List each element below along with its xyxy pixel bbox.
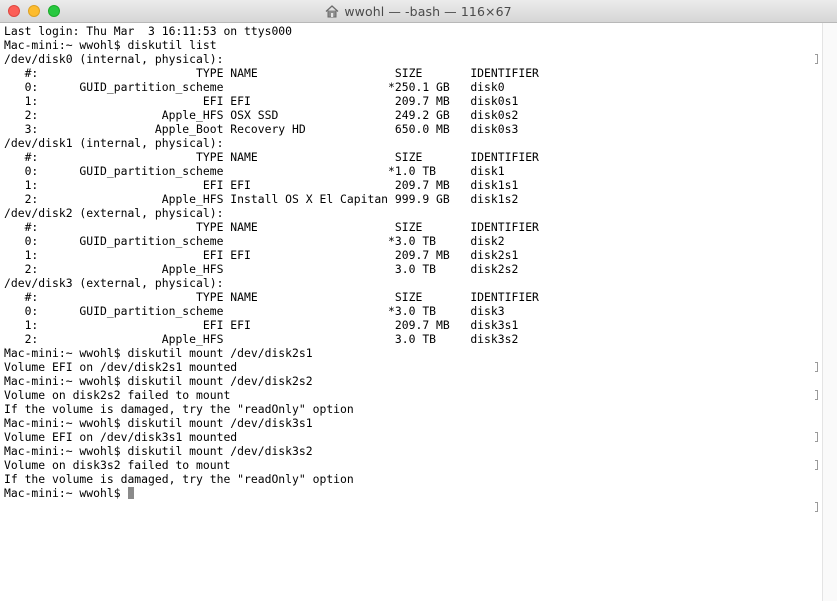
output-line: #: TYPE NAME SIZE IDENTIFIER bbox=[4, 220, 816, 234]
window-title: wwohl — -bash — 116×67 bbox=[344, 3, 512, 19]
line-text: Mac-mini:~ wwohl$ diskutil mount /dev/di… bbox=[4, 416, 313, 430]
prompt-line: [Mac-mini:~ wwohl$ diskutil mount /dev/d… bbox=[4, 444, 816, 458]
line-text: /dev/disk3 (external, physical): bbox=[4, 276, 224, 290]
prompt-bracket-icon bbox=[815, 390, 818, 400]
output-line: If the volume is damaged, try the "readO… bbox=[4, 472, 816, 486]
output-line: Volume EFI on /dev/disk3s1 mounted bbox=[4, 430, 816, 444]
output-line: /dev/disk3 (external, physical): bbox=[4, 276, 816, 290]
line-text: 0: GUID_partition_scheme *250.1 GB disk0 bbox=[4, 80, 505, 94]
line-text: /dev/disk2 (external, physical): bbox=[4, 206, 224, 220]
line-text: 2: Apple_HFS Install OS X El Capitan 999… bbox=[4, 192, 519, 206]
output-line: 0: GUID_partition_scheme *250.1 GB disk0 bbox=[4, 80, 816, 94]
output-line: /dev/disk0 (internal, physical): bbox=[4, 52, 816, 66]
output-line: If the volume is damaged, try the "readO… bbox=[4, 402, 816, 416]
line-text: Mac-mini:~ wwohl$ diskutil mount /dev/di… bbox=[4, 346, 313, 360]
output-line: 2: Apple_HFS Install OS X El Capitan 999… bbox=[4, 192, 816, 206]
output-line: Volume EFI on /dev/disk2s1 mounted bbox=[4, 360, 816, 374]
line-text: 0: GUID_partition_scheme *1.0 TB disk1 bbox=[4, 164, 505, 178]
output-line: 2: Apple_HFS 3.0 TB disk2s2 bbox=[4, 262, 816, 276]
output-line: 1: EFI EFI 209.7 MB disk2s1 bbox=[4, 248, 816, 262]
output-line: Volume on disk3s2 failed to mount bbox=[4, 458, 816, 472]
line-text: #: TYPE NAME SIZE IDENTIFIER bbox=[4, 290, 539, 304]
output-line: /dev/disk1 (internal, physical): bbox=[4, 136, 816, 150]
line-text: 2: Apple_HFS OSX SSD 249.2 GB disk0s2 bbox=[4, 108, 519, 122]
output-line: 3: Apple_Boot Recovery HD 650.0 MB disk0… bbox=[4, 122, 816, 136]
output-line: 0: GUID_partition_scheme *3.0 TB disk2 bbox=[4, 234, 816, 248]
line-text: 0: GUID_partition_scheme *3.0 TB disk2 bbox=[4, 234, 505, 248]
output-line: 2: Apple_HFS 3.0 TB disk3s2 bbox=[4, 332, 816, 346]
prompt-bracket-icon bbox=[815, 460, 818, 470]
line-text: 1: EFI EFI 209.7 MB disk2s1 bbox=[4, 248, 519, 262]
terminal-window: wwohl — -bash — 116×67 Last login: Thu M… bbox=[0, 0, 837, 601]
line-text: Mac-mini:~ wwohl$ diskutil mount /dev/di… bbox=[4, 374, 313, 388]
line-text: Volume EFI on /dev/disk2s1 mounted bbox=[4, 360, 238, 374]
title-bar[interactable]: wwohl — -bash — 116×67 bbox=[0, 0, 837, 23]
line-text: 3: Apple_Boot Recovery HD 650.0 MB disk0… bbox=[4, 122, 519, 136]
prompt-line: [Mac-mini:~ wwohl$ bbox=[4, 486, 816, 500]
line-text: If the volume is damaged, try the "readO… bbox=[4, 402, 354, 416]
prompt-line: [Mac-mini:~ wwohl$ diskutil mount /dev/d… bbox=[4, 346, 816, 360]
text-cursor bbox=[128, 487, 135, 499]
prompt-line: [Mac-mini:~ wwohl$ diskutil mount /dev/d… bbox=[4, 374, 816, 388]
line-text: Volume EFI on /dev/disk3s1 mounted bbox=[4, 430, 238, 444]
home-folder-icon bbox=[325, 4, 339, 17]
line-text: 1: EFI EFI 209.7 MB disk3s1 bbox=[4, 318, 519, 332]
output-line: 1: EFI EFI 209.7 MB disk1s1 bbox=[4, 178, 816, 192]
output-line: 0: GUID_partition_scheme *1.0 TB disk1 bbox=[4, 164, 816, 178]
output-line: Last login: Thu Mar 3 16:11:53 on ttys00… bbox=[4, 24, 816, 38]
output-line: /dev/disk2 (external, physical): bbox=[4, 206, 816, 220]
line-text: 1: EFI EFI 209.7 MB disk1s1 bbox=[4, 178, 519, 192]
line-text: 0: GUID_partition_scheme *3.0 TB disk3 bbox=[4, 304, 505, 318]
prompt-bracket-icon bbox=[815, 502, 818, 512]
line-text: Mac-mini:~ wwohl$ diskutil list bbox=[4, 38, 217, 52]
output-line: #: TYPE NAME SIZE IDENTIFIER bbox=[4, 290, 816, 304]
output-line: 1: EFI EFI 209.7 MB disk3s1 bbox=[4, 318, 816, 332]
line-text: 1: EFI EFI 209.7 MB disk0s1 bbox=[4, 94, 519, 108]
output-line: 1: EFI EFI 209.7 MB disk0s1 bbox=[4, 94, 816, 108]
output-line: Volume on disk2s2 failed to mount bbox=[4, 388, 816, 402]
prompt-bracket-icon bbox=[815, 432, 818, 442]
output-line: #: TYPE NAME SIZE IDENTIFIER bbox=[4, 66, 816, 80]
output-line: #: TYPE NAME SIZE IDENTIFIER bbox=[4, 150, 816, 164]
line-text: Volume on disk2s2 failed to mount bbox=[4, 388, 231, 402]
prompt-bracket-icon bbox=[815, 54, 818, 64]
line-text: If the volume is damaged, try the "readO… bbox=[4, 472, 354, 486]
line-text: /dev/disk1 (internal, physical): bbox=[4, 136, 224, 150]
prompt-line: [Mac-mini:~ wwohl$ diskutil mount /dev/d… bbox=[4, 416, 816, 430]
line-text: Mac-mini:~ wwohl$ diskutil mount /dev/di… bbox=[4, 444, 313, 458]
terminal-output[interactable]: Last login: Thu Mar 3 16:11:53 on ttys00… bbox=[4, 24, 816, 601]
line-text: Volume on disk3s2 failed to mount bbox=[4, 458, 231, 472]
vertical-scrollbar[interactable] bbox=[822, 23, 837, 601]
prompt-bracket-icon bbox=[815, 362, 818, 372]
output-line: 2: Apple_HFS OSX SSD 249.2 GB disk0s2 bbox=[4, 108, 816, 122]
line-text: #: TYPE NAME SIZE IDENTIFIER bbox=[4, 220, 539, 234]
line-text: #: TYPE NAME SIZE IDENTIFIER bbox=[4, 150, 539, 164]
line-text: Last login: Thu Mar 3 16:11:53 on ttys00… bbox=[4, 24, 293, 38]
line-text: #: TYPE NAME SIZE IDENTIFIER bbox=[4, 66, 539, 80]
prompt-line: [Mac-mini:~ wwohl$ diskutil list bbox=[4, 38, 816, 52]
line-text: 2: Apple_HFS 3.0 TB disk2s2 bbox=[4, 262, 519, 276]
line-text: 2: Apple_HFS 3.0 TB disk3s2 bbox=[4, 332, 519, 346]
line-text: /dev/disk0 (internal, physical): bbox=[4, 52, 224, 66]
window-title-group: wwohl — -bash — 116×67 bbox=[0, 0, 837, 22]
output-line: 0: GUID_partition_scheme *3.0 TB disk3 bbox=[4, 304, 816, 318]
line-text: Mac-mini:~ wwohl$ bbox=[4, 486, 128, 500]
line-marks-column bbox=[815, 24, 819, 584]
